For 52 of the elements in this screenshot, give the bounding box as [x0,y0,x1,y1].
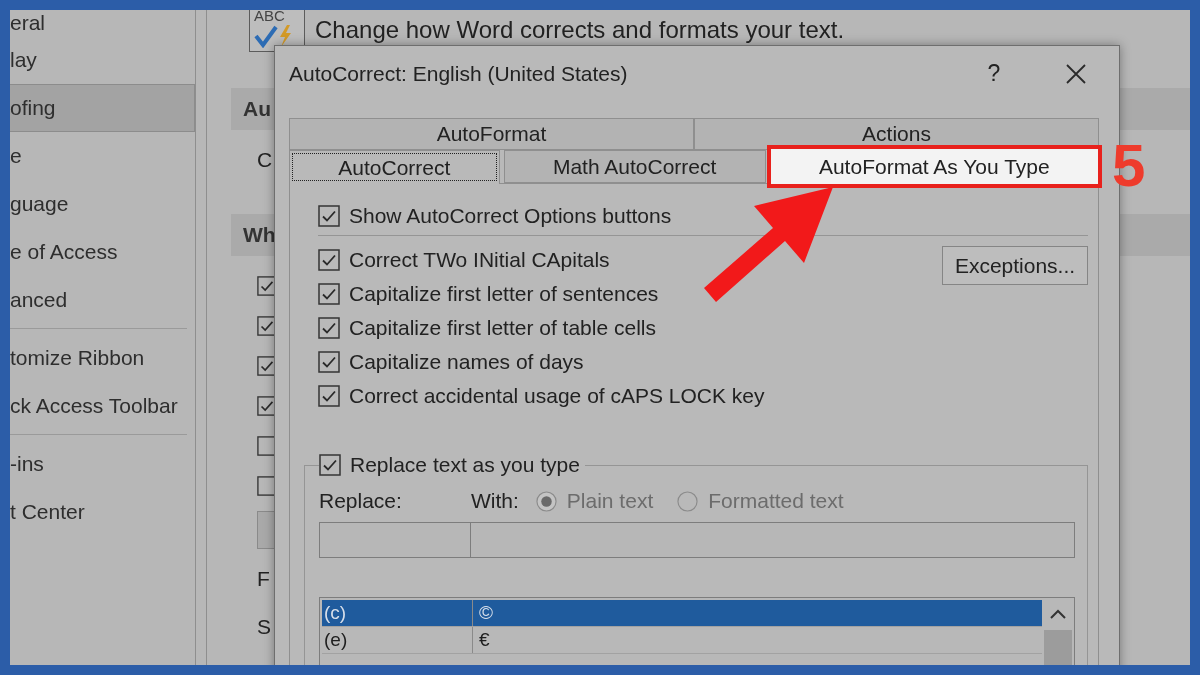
intro-text: Change how Word corrects and formats your text. [315,16,845,44]
field-label: Replace: [319,489,402,513]
option-label: C [257,147,273,173]
checkbox[interactable] [318,317,340,339]
abc-check-icon: ABC [249,10,305,52]
radio-label: Plain text [566,489,654,513]
input-field[interactable] [319,522,471,558]
exceptions-button[interactable]: Exceptions... [942,246,1088,285]
sidebar-item[interactable]: ofing [10,84,195,132]
checkbox-label: Capitalize names of days [349,350,584,374]
checkbox[interactable] [318,351,340,373]
sidebar-item[interactable]: guage [10,180,195,228]
arrow-icon [704,187,833,302]
table-cell-text: © [478,601,494,625]
table-cell: (c) [322,600,473,626]
table-cell: (e) [322,627,473,653]
input-field[interactable] [471,522,1075,558]
radio-label: Formatted text [708,489,844,513]
checkbox-label: Capitalize first letter of table cells [349,316,656,340]
scrollbar-thumb[interactable] [1044,630,1072,665]
sidebar-item[interactable]: eral [10,10,195,36]
checkbox-label: Correct accidental usage of cAPS LOCK key [349,384,765,408]
checkbox[interactable] [318,205,340,227]
step-number: 5 [1112,136,1146,196]
checkbox[interactable] [319,454,341,476]
chevron-up-icon[interactable] [1050,609,1066,619]
sidebar-item[interactable]: lay [10,36,195,84]
sidebar-item[interactable]: e [10,132,195,180]
sidebar-item[interactable]: tomize Ribbon [10,334,195,382]
table-cell-text: € [478,628,491,652]
tab[interactable]: AutoFormat As You Type [766,145,1102,188]
tab[interactable]: Math AutoCorrect [503,150,766,183]
dialog-title: AutoCorrect: English (United States) [289,61,629,86]
list-row[interactable]: (c) © [322,600,1042,627]
tab[interactable]: Actions [694,118,1099,150]
tab[interactable]: AutoFormat [289,118,694,150]
sidebar-item[interactable]: anced [10,276,195,324]
checkbox-label: Replace text as you type [350,453,580,477]
checkbox[interactable] [318,385,340,407]
field-label: With: [471,489,519,513]
tab[interactable]: AutoCorrect [289,150,500,184]
option-label: F [257,566,270,592]
close-icon [1066,63,1086,84]
list-row[interactable]: (e) € [322,627,1042,654]
sidebar-item[interactable]: t Center [10,488,195,536]
option-label: S [257,614,271,640]
sidebar-item[interactable]: e of Access [10,228,195,276]
checkbox[interactable] [318,249,340,271]
checkbox[interactable] [318,283,340,305]
checkbox-label: Capitalize first letter of sentences [349,282,659,306]
sidebar-item[interactable]: -ins [10,440,195,488]
sidebar-item[interactable]: ck Access Toolbar [10,382,195,430]
